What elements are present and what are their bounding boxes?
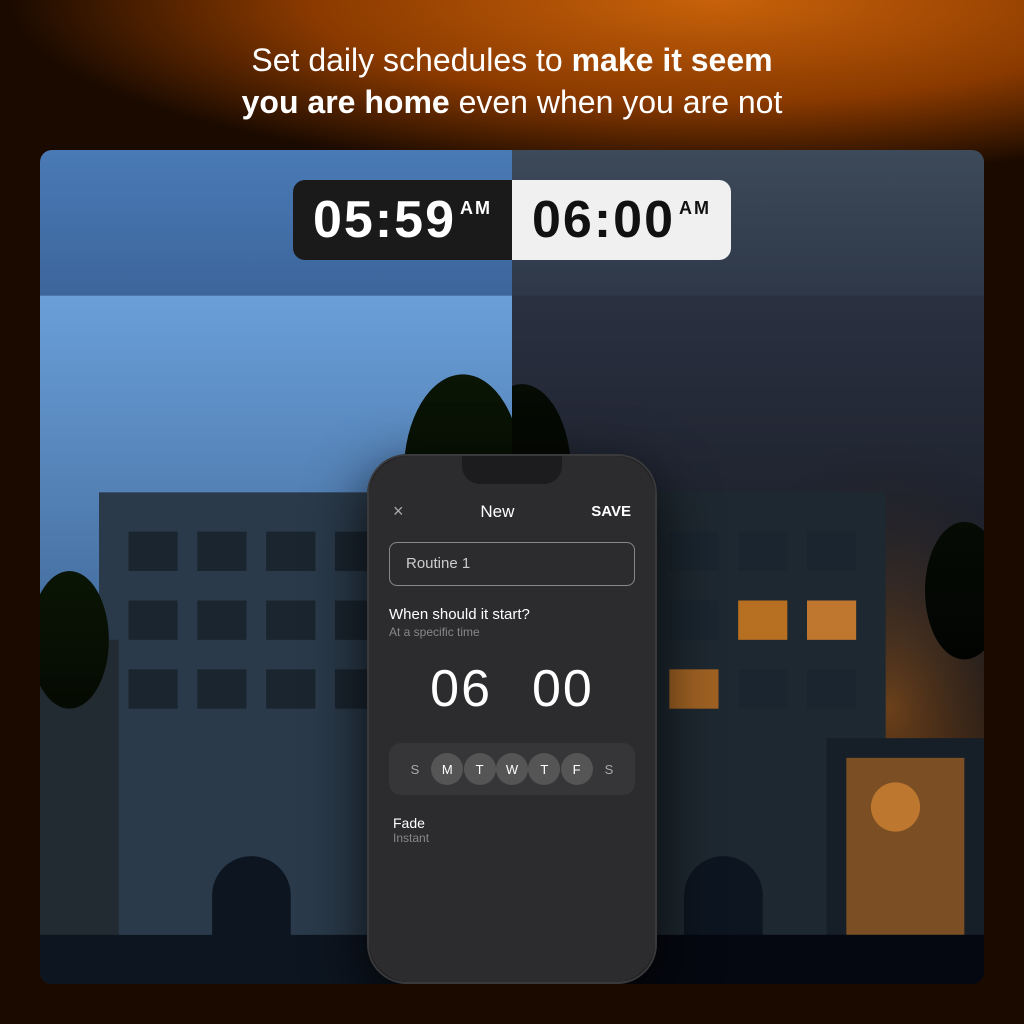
time-minute[interactable]: 00 xyxy=(532,659,594,719)
routine-name-value: Routine 1 xyxy=(406,555,470,572)
phone-screen: × New SAVE Routine 1 When should it star… xyxy=(369,456,655,982)
phone-notch xyxy=(462,456,562,484)
clock-left-period: AM xyxy=(460,198,492,219)
header-text: Set daily schedules to make it seemyou a… xyxy=(20,40,1004,123)
header-normal-2: even when you are not xyxy=(450,84,783,120)
header-bold-1: make it seem xyxy=(572,42,773,78)
days-selector: SMTWTFS xyxy=(389,743,635,795)
clock-right-period: AM xyxy=(679,198,711,219)
clock-left-time: 05:59 xyxy=(313,190,456,250)
phone-mockup: × New SAVE Routine 1 When should it star… xyxy=(367,454,657,984)
day-item-5[interactable]: F xyxy=(561,753,593,785)
day-item-4[interactable]: T xyxy=(528,753,560,785)
clocks-container: 05:59 AM 06:00 AM xyxy=(293,180,731,260)
fade-section: Fade Instant xyxy=(389,815,635,845)
scene-container: 05:59 AM 06:00 AM × New SAVE Routine 1 xyxy=(40,150,984,984)
phone-content: Routine 1 When should it start? At a spe… xyxy=(369,542,655,845)
time-picker[interactable]: 06 00 xyxy=(389,659,635,719)
clock-left: 05:59 AM xyxy=(293,180,512,260)
close-button[interactable]: × xyxy=(393,501,404,522)
day-item-3[interactable]: W xyxy=(496,753,528,785)
routine-name-field[interactable]: Routine 1 xyxy=(389,542,635,586)
day-item-0[interactable]: S xyxy=(399,753,431,785)
save-button[interactable]: SAVE xyxy=(591,503,631,520)
header-bold-2: you are home xyxy=(242,84,450,120)
fade-label: Fade xyxy=(393,815,631,831)
day-item-1[interactable]: M xyxy=(431,753,463,785)
schedule-sublabel: At a specific time xyxy=(389,625,635,639)
schedule-label: When should it start? xyxy=(389,606,635,623)
clock-right: 06:00 AM xyxy=(512,180,731,260)
phone-header: × New SAVE xyxy=(369,491,655,532)
clock-right-time: 06:00 xyxy=(532,190,675,250)
phone-title: New xyxy=(480,502,514,522)
day-item-6[interactable]: S xyxy=(593,753,625,785)
header: Set daily schedules to make it seemyou a… xyxy=(0,20,1024,143)
fade-sublabel: Instant xyxy=(393,831,631,845)
time-hour[interactable]: 06 xyxy=(430,659,492,719)
day-item-2[interactable]: T xyxy=(464,753,496,785)
